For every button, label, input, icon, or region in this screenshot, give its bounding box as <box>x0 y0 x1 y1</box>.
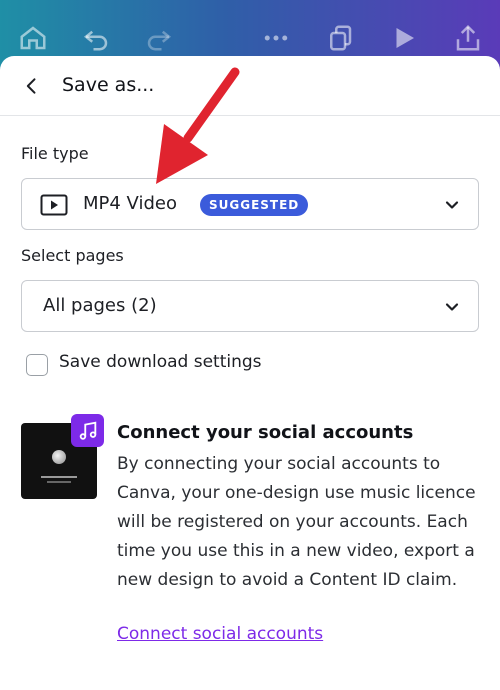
thumbnail-text-line <box>47 481 71 483</box>
save-as-sheet: Save as... File type MP4 Video SUGGESTED… <box>0 56 500 690</box>
file-type-select[interactable]: MP4 Video SUGGESTED <box>21 178 479 230</box>
file-type-value: MP4 Video <box>83 193 177 214</box>
thumbnail-text-line <box>41 476 77 478</box>
chevron-down-icon <box>445 201 459 209</box>
video-icon <box>40 194 68 216</box>
connect-social-accounts-link[interactable]: Connect social accounts <box>117 624 323 644</box>
file-type-label: File type <box>21 144 89 163</box>
chevron-left-icon <box>26 78 36 94</box>
music-note-icon <box>71 414 104 447</box>
connect-title: Connect your social accounts <box>117 422 414 443</box>
moon-graphic <box>52 450 66 464</box>
select-pages-label: Select pages <box>21 246 124 265</box>
undo-icon[interactable] <box>80 22 112 54</box>
play-icon[interactable] <box>388 22 420 54</box>
chevron-down-icon <box>445 303 459 311</box>
home-icon[interactable] <box>17 22 49 54</box>
sheet-header: Save as... <box>0 56 500 116</box>
select-pages-value: All pages (2) <box>43 295 157 316</box>
save-settings-checkbox[interactable] <box>26 354 48 376</box>
connect-description: By connecting your social accounts to Ca… <box>117 454 476 590</box>
suggested-badge: SUGGESTED <box>200 194 309 216</box>
back-button[interactable] <box>18 72 46 100</box>
redo-icon[interactable] <box>143 22 175 54</box>
share-icon[interactable] <box>452 22 484 54</box>
pages-icon[interactable] <box>324 22 356 54</box>
more-icon[interactable] <box>260 22 292 54</box>
sheet-title: Save as... <box>62 74 155 96</box>
select-pages-select[interactable]: All pages (2) <box>21 280 479 332</box>
save-settings-label[interactable]: Save download settings <box>59 352 262 372</box>
